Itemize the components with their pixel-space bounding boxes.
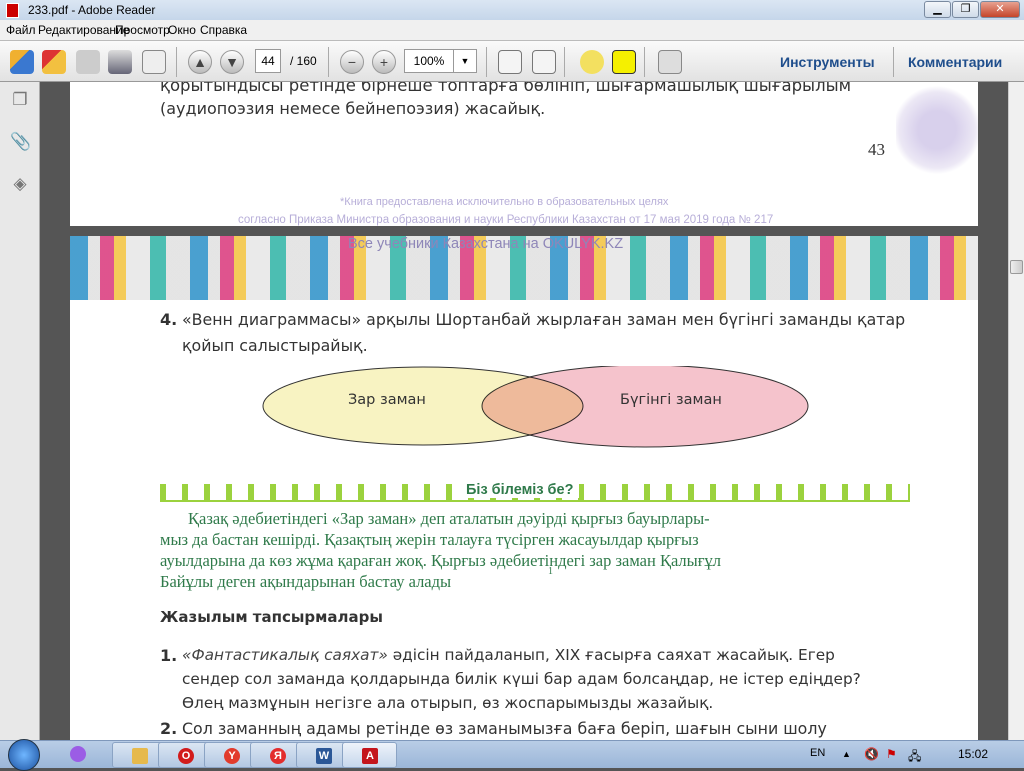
task-text: сендер сол заманда қолдарында билік күші… bbox=[182, 670, 861, 688]
word-icon: W bbox=[316, 748, 332, 764]
comment-icon[interactable] bbox=[580, 50, 604, 74]
pdf-page-43: қорытындысы ретінде бірнеше топтарға бөл… bbox=[70, 82, 978, 226]
title-bar: 233.pdf - Adobe Reader ▁ ❐ ✕ bbox=[0, 0, 1024, 20]
taskbar-adobe-reader[interactable]: A bbox=[342, 742, 397, 768]
tools-button[interactable]: Инструменты bbox=[780, 54, 875, 70]
navigation-panel: ❐ 📎 ◈ bbox=[0, 82, 40, 740]
menu-bar: Файл Редактирование Просмотр Окно Справк… bbox=[0, 20, 1024, 40]
vertical-scrollbar[interactable] bbox=[1008, 82, 1024, 740]
page-text: қорытындысы ретінде бірнеше топтарға бөл… bbox=[160, 82, 852, 95]
clock[interactable]: 15:02 bbox=[958, 747, 988, 761]
action-center-icon[interactable]: ⚑ bbox=[886, 747, 897, 761]
expand-icon[interactable] bbox=[658, 50, 682, 74]
alice-icon[interactable] bbox=[70, 746, 86, 762]
pages-icon[interactable]: ❐ bbox=[10, 90, 30, 110]
menu-help[interactable]: Справка bbox=[200, 23, 247, 37]
venn-left-label: Зар заман bbox=[348, 392, 426, 408]
pdf-app-icon bbox=[6, 3, 19, 18]
box-text: мыз да бастан кешірді. Қазақтың жерін та… bbox=[160, 530, 699, 549]
convert-pdf-icon[interactable] bbox=[42, 50, 66, 74]
taskbar: O Y Я W A EN ▲ 🔇 ⚑ 🖧 15:02 bbox=[0, 739, 1024, 771]
box-text: Қазақ әдебиетіндегі «Зар заман» деп атал… bbox=[188, 509, 710, 528]
close-button[interactable]: ✕ bbox=[980, 1, 1020, 18]
zoom-input[interactable]: 100% bbox=[404, 49, 454, 73]
box-text: ауылдарына да көз жұма қараған жоқ. Қырғ… bbox=[160, 551, 721, 570]
page-text: (аудиопоэзия немесе бейнепоэзия) жасайық… bbox=[160, 99, 546, 118]
save-icon[interactable] bbox=[76, 50, 100, 74]
next-page-button[interactable]: ▼ bbox=[220, 50, 244, 74]
watermark: *Книга предоставлена исключительно в обр… bbox=[340, 196, 669, 208]
volume-muted-icon[interactable]: 🔇 bbox=[864, 747, 879, 761]
task-number: 4. bbox=[160, 310, 178, 329]
show-hidden-icons[interactable]: ▲ bbox=[842, 749, 851, 759]
email-icon[interactable] bbox=[142, 50, 166, 74]
footnote-mark: 1 bbox=[548, 566, 553, 577]
task-text: қойып салыстырайық. bbox=[182, 336, 368, 355]
task-number: 1. bbox=[160, 646, 178, 665]
layers-icon[interactable]: ◈ bbox=[10, 174, 30, 194]
attachments-icon[interactable]: 📎 bbox=[10, 132, 31, 152]
toolbar: ▲ ▼ 44 / 160 − + 100% ▼ Инструменты Комм… bbox=[0, 40, 1024, 82]
pdf-page-44: Все учебники Казахстана на OKULYK.KZ 4. … bbox=[70, 236, 978, 740]
page-number: 43 bbox=[868, 140, 885, 159]
folder-icon bbox=[132, 748, 148, 764]
fit-page-icon[interactable] bbox=[532, 50, 556, 74]
venn-diagram bbox=[262, 366, 809, 448]
yandex-browser-icon: Y bbox=[224, 748, 240, 764]
task-number: 2. bbox=[160, 719, 178, 738]
box-title: Біз білеміз бе? bbox=[460, 482, 580, 498]
venn-right-label: Бүгінгі заман bbox=[620, 392, 722, 408]
task-text: Өлең мазмұнын негізге ала отырып, өз жос… bbox=[182, 694, 714, 712]
watermark: Все учебники Казахстана на OKULYK.KZ bbox=[348, 236, 624, 252]
adobe-reader-icon: A bbox=[362, 748, 378, 764]
comments-button[interactable]: Комментарии bbox=[908, 54, 1002, 70]
menu-file[interactable]: Файл bbox=[6, 23, 36, 37]
previous-page-button[interactable]: ▲ bbox=[188, 50, 212, 74]
start-button[interactable] bbox=[8, 739, 40, 771]
ornament bbox=[896, 82, 978, 178]
highlight-text-icon[interactable] bbox=[612, 50, 636, 74]
fit-width-icon[interactable] bbox=[498, 50, 522, 74]
task-text: «Венн диаграммасы» арқылы Шортанбай жырл… bbox=[182, 310, 906, 329]
minimize-button[interactable]: ▁ bbox=[924, 1, 951, 18]
create-pdf-icon[interactable] bbox=[10, 50, 34, 74]
task-text: әдісін пайдаланып, XIX ғасырға саяхат жа… bbox=[387, 646, 835, 664]
page-number-input[interactable]: 44 bbox=[255, 49, 281, 73]
zoom-dropdown-button[interactable]: ▼ bbox=[453, 49, 477, 73]
menu-view[interactable]: Просмотр bbox=[115, 23, 170, 37]
opera-icon: O bbox=[178, 748, 194, 764]
menu-window[interactable]: Окно bbox=[168, 23, 196, 37]
print-icon[interactable] bbox=[108, 50, 132, 74]
maximize-button[interactable]: ❐ bbox=[952, 1, 979, 18]
task-text: Сол заманның адамы ретінде өз заманымызғ… bbox=[182, 719, 827, 738]
window-title: 233.pdf - Adobe Reader bbox=[28, 3, 156, 17]
zoom-out-button[interactable]: − bbox=[340, 50, 364, 74]
network-icon[interactable]: 🖧 bbox=[908, 747, 921, 768]
watermark: согласно Приказа Министра образования и … bbox=[238, 214, 774, 226]
yandex-icon: Я bbox=[270, 748, 286, 764]
method-name: «Фантастикалық саяхат» bbox=[182, 646, 388, 664]
section-heading: Жазылым тапсырмалары bbox=[160, 608, 383, 626]
scrollbar-thumb[interactable] bbox=[1010, 260, 1023, 274]
box-text: Байұлы деген ақындарынан бастау алады bbox=[160, 572, 452, 591]
zoom-in-button[interactable]: + bbox=[372, 50, 396, 74]
language-indicator[interactable]: EN bbox=[810, 747, 825, 759]
page-total: / 160 bbox=[290, 54, 317, 68]
